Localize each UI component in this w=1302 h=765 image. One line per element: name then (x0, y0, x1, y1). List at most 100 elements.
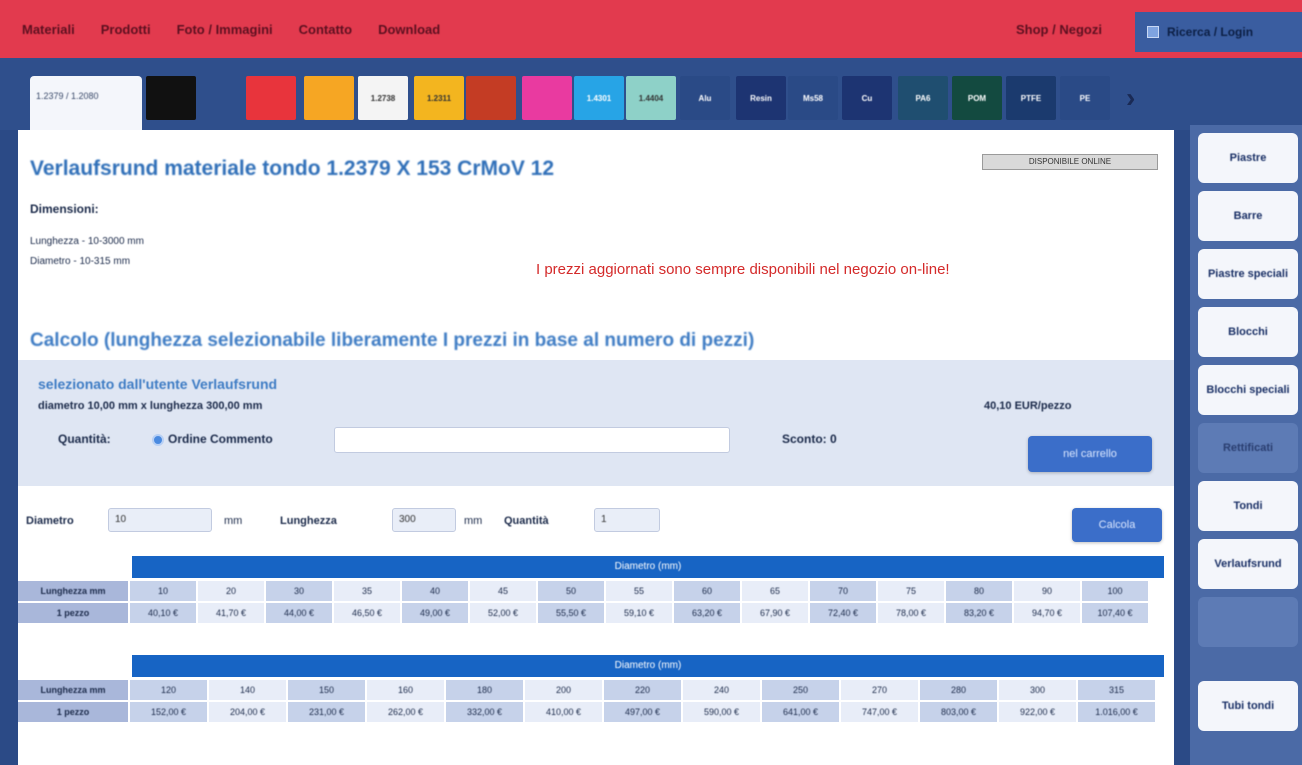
table-cell: 262,00 € (367, 702, 444, 722)
material-swatch-label: Cu (861, 93, 873, 103)
table-cell: 60 (674, 581, 740, 601)
menu-item-download[interactable]: Download (378, 22, 440, 37)
table-cell: 1.016,00 € (1078, 702, 1155, 722)
sidebar-item[interactable] (1198, 597, 1298, 647)
material-swatch[interactable]: Resin (736, 76, 786, 120)
material-swatch-label: Resin (750, 93, 772, 103)
table-cell: 100 (1082, 581, 1148, 601)
table-cell: 231,00 € (288, 702, 365, 722)
tab-active-label: 1.2379 / 1.2080 (36, 91, 99, 101)
category-sidebar: Piastre Barre Piastre speciali Blocchi Blocc… (1190, 125, 1302, 765)
table-cell: 590,00 € (683, 702, 760, 722)
comment-input[interactable] (334, 427, 730, 453)
length-filter-input[interactable]: 300 (392, 508, 456, 532)
table-cell: 72,40 € (810, 603, 876, 623)
table-cell: 160 (367, 680, 444, 700)
material-swatch[interactable] (522, 76, 572, 120)
row-label: Lunghezza mm (18, 680, 128, 700)
table-cell: 67,90 € (742, 603, 808, 623)
menu-item-contatto[interactable]: Contatto (299, 22, 352, 37)
table-cell: 45 (470, 581, 536, 601)
table-2-diameter-row: Lunghezza mm 120 140 150 160 180 200 220 240 250 2… (18, 680, 1155, 700)
calculate-button[interactable]: Calcola (1072, 508, 1162, 542)
material-swatch-label: Alu (698, 93, 712, 103)
menu-item-materiali[interactable]: Materiali (22, 22, 75, 37)
material-swatch[interactable]: Ms58 (788, 76, 838, 120)
sidebar-item[interactable]: Piastre (1198, 133, 1298, 183)
order-radio[interactable] (152, 434, 164, 446)
table-cell: 107,40 € (1082, 603, 1148, 623)
material-swatch[interactable]: POM (952, 76, 1002, 120)
material-swatch-label: 1.2311 (426, 93, 452, 103)
material-swatch[interactable]: PTFE (1006, 76, 1056, 120)
chevron-right-icon[interactable]: › (1126, 82, 1135, 114)
table-cell: 94,70 € (1014, 603, 1080, 623)
table-cell: 40 (402, 581, 468, 601)
material-tabs: 1.2379 / 1.2080 1.2738 1.2311 1.4301 1.4404… (0, 58, 1302, 134)
material-swatch[interactable] (246, 76, 296, 120)
table-cell: 200 (525, 680, 602, 700)
tab-active-material[interactable]: 1.2379 / 1.2080 (30, 76, 142, 134)
table-cell: 49,00 € (402, 603, 468, 623)
table-2-header: Diametro (mm) (132, 655, 1164, 677)
table-cell: 65 (742, 581, 808, 601)
table-cell: 280 (920, 680, 997, 700)
material-swatch[interactable]: PE (1060, 76, 1110, 120)
material-swatch[interactable]: 1.4301 (574, 76, 624, 120)
material-swatch[interactable]: 1.2311 (414, 76, 464, 120)
order-comment-label: Ordine Commento (168, 432, 273, 446)
sidebar-item[interactable]: Piastre speciali (1198, 249, 1298, 299)
table-cell: 240 (683, 680, 760, 700)
material-swatch[interactable]: PA6 (898, 76, 948, 120)
selection-info: diametro 10,00 mm x lunghezza 300,00 mm (38, 400, 263, 412)
table-cell: 300 (999, 680, 1076, 700)
availability-stamp: DISPONIBILE ONLINE (982, 154, 1158, 170)
material-swatch[interactable]: 1.4404 (626, 76, 676, 120)
sidebar-item[interactable]: Tubi tondi (1198, 681, 1298, 731)
menu-item-prodotti[interactable]: Prodotti (101, 22, 151, 37)
table-cell: 641,00 € (762, 702, 839, 722)
pieces-filter-input[interactable]: 1 (594, 508, 660, 532)
diameter-range: Diametro - 10-315 mm (30, 256, 131, 267)
calculate-label: Calcola (1098, 519, 1136, 531)
table-cell: 90 (1014, 581, 1080, 601)
dimensions-label: Dimensioni: (30, 202, 99, 216)
material-swatch-label: POM (967, 93, 987, 103)
table-1-header: Diametro (mm) (132, 556, 1164, 578)
table-cell: 204,00 € (209, 702, 286, 722)
table-cell: 497,00 € (604, 702, 681, 722)
material-swatch[interactable]: 1.2738 (358, 76, 408, 120)
sidebar-item[interactable]: Blocchi (1198, 307, 1298, 357)
material-swatch[interactable]: Cu (842, 76, 892, 120)
account-area[interactable]: Ricerca / Login (1135, 12, 1302, 52)
table-cell: 220 (604, 680, 681, 700)
quantity-label: Quantità: (58, 432, 111, 446)
sidebar-item[interactable]: Tondi (1198, 481, 1298, 531)
sidebar-item[interactable]: Rettificati (1198, 423, 1298, 473)
main-menu: Materiali Prodotti Foto / Immagini Conta… (22, 22, 440, 37)
table-cell: 55 (606, 581, 672, 601)
shop-link[interactable]: Shop / Negozi (1016, 22, 1102, 37)
sidebar-item[interactable]: Barre (1198, 191, 1298, 241)
table-cell: 180 (446, 680, 523, 700)
account-label: Ricerca / Login (1167, 25, 1254, 39)
table-cell: 35 (334, 581, 400, 601)
table-cell: 46,50 € (334, 603, 400, 623)
material-swatch[interactable] (146, 76, 196, 120)
table-cell: 80 (946, 581, 1012, 601)
menu-item-foto[interactable]: Foto / Immagini (177, 22, 273, 37)
row-label: Lunghezza mm (18, 581, 128, 601)
row-label: 1 pezzo (18, 603, 128, 623)
sidebar-item[interactable]: Verlaufsrund (1198, 539, 1298, 589)
material-swatch[interactable] (466, 76, 516, 120)
material-swatch[interactable] (304, 76, 354, 120)
diameter-filter-label: Diametro (26, 515, 74, 527)
material-swatch[interactable]: Alu (680, 76, 730, 120)
sidebar-item[interactable]: Blocchi speciali (1198, 365, 1298, 415)
add-to-cart-button[interactable]: nel carrello (1028, 436, 1152, 472)
table-cell: 44,00 € (266, 603, 332, 623)
material-swatch-label: 1.4404 (638, 93, 664, 103)
material-swatch-label: Ms58 (802, 93, 823, 103)
table-cell: 30 (266, 581, 332, 601)
diameter-filter-input[interactable]: 10 (108, 508, 212, 532)
